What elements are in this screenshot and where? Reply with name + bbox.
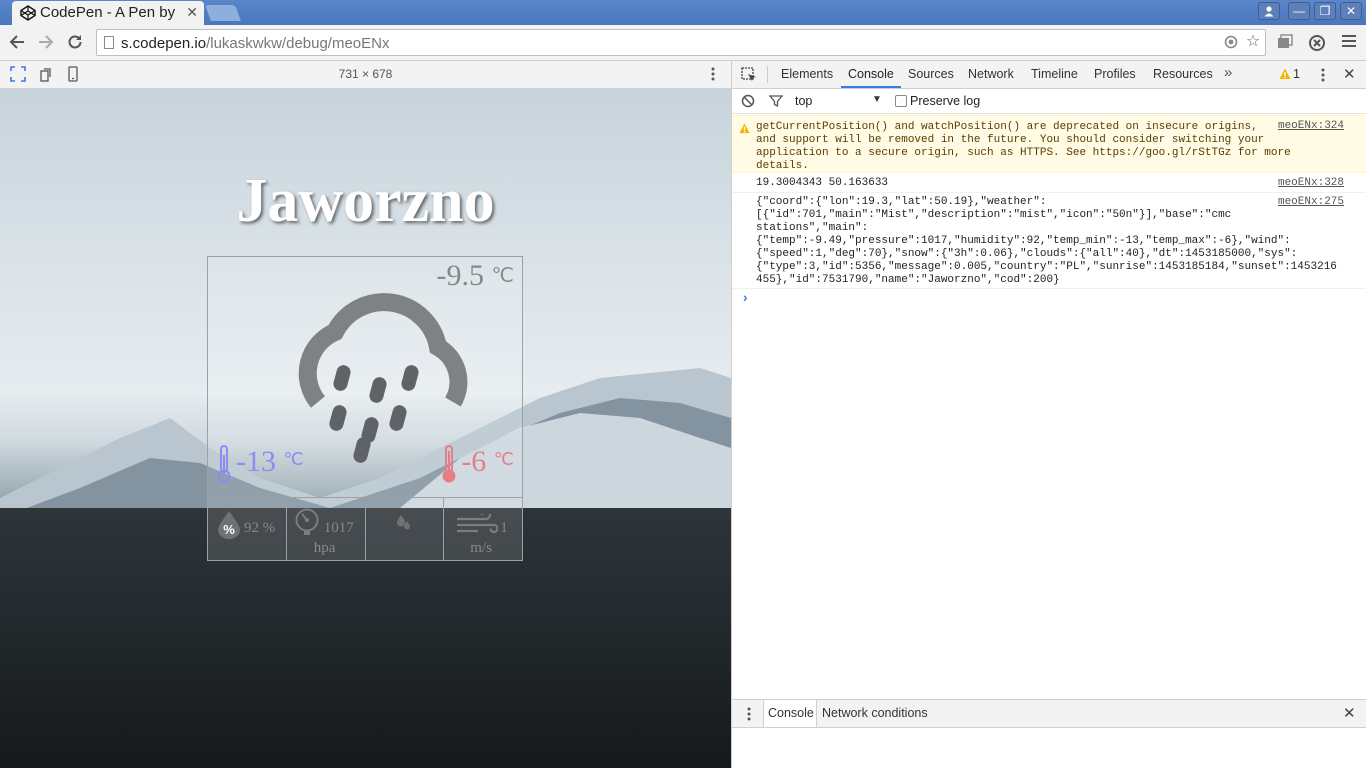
drawer-tabbar: Console Network conditions ✕ xyxy=(732,700,1366,728)
humidity-stat: % 92 % xyxy=(208,498,287,561)
inspect-element-icon[interactable] xyxy=(741,67,757,83)
chrome-menu-icon[interactable] xyxy=(1339,33,1359,53)
url-text: s.codepen.io/lukaskwkw/debug/meoENx xyxy=(121,35,390,52)
more-tabs-icon[interactable]: » xyxy=(1224,64,1232,81)
browser-tab[interactable]: CodePen - A Pen by ✕ xyxy=(12,1,204,25)
humidity-icon: % xyxy=(218,511,240,539)
clear-console-icon[interactable] xyxy=(741,94,755,108)
page-icon xyxy=(104,36,114,49)
console-message-text: getCurrentPosition() and watchPosition()… xyxy=(756,121,1291,172)
console-source-link[interactable]: meoENx:275 xyxy=(1278,196,1344,209)
address-bar[interactable]: s.codepen.io/lukaskwkw/debug/meoENx ☆ xyxy=(96,29,1266,56)
close-devtools-icon[interactable]: ✕ xyxy=(1343,65,1356,83)
precipitation-stat xyxy=(366,498,445,561)
bookmark-star-icon[interactable]: ☆ xyxy=(1243,32,1263,52)
warning-count[interactable]: 1 xyxy=(1293,67,1300,81)
tab-timeline[interactable]: Timeline xyxy=(1031,67,1078,81)
reload-button[interactable] xyxy=(65,33,85,53)
tab-elements[interactable]: Elements xyxy=(781,67,833,81)
barometer-icon xyxy=(295,508,319,535)
tab-resources[interactable]: Resources xyxy=(1153,67,1213,81)
console-message-text: 19.3004343 50.163633 xyxy=(756,177,889,189)
sync-extension-icon[interactable] xyxy=(1307,33,1327,53)
preserve-log-checkbox[interactable] xyxy=(895,95,907,107)
city-name: Jaworzno xyxy=(236,167,495,235)
codepen-icon xyxy=(20,5,36,21)
weather-stats: % 92 % 1017 hpa 1 m/s xyxy=(208,497,522,561)
thermometer-cold-icon xyxy=(217,445,231,483)
console-source-link[interactable]: meoENx:324 xyxy=(1278,120,1344,133)
location-icon[interactable] xyxy=(1221,33,1241,53)
max-temperature: -6 ℃ xyxy=(441,445,514,483)
drawer-tab-network-conditions[interactable]: Network conditions xyxy=(822,706,928,720)
browser-toolbar: s.codepen.io/lukaskwkw/debug/meoENx ☆ xyxy=(0,25,1366,61)
forward-button[interactable] xyxy=(36,33,56,53)
context-dropdown-icon[interactable]: ▼ xyxy=(872,94,882,105)
viewport-dimensions: 731 × 678 xyxy=(338,67,393,81)
warning-icon[interactable] xyxy=(1279,68,1291,80)
profile-icon[interactable] xyxy=(1258,2,1280,20)
prompt-chevron-icon: › xyxy=(741,291,750,307)
tab-close-icon[interactable]: ✕ xyxy=(186,4,198,21)
devtools-tabbar: Elements Console Sources Network Timelin… xyxy=(732,61,1366,89)
tab-profiles[interactable]: Profiles xyxy=(1094,67,1136,81)
weather-card: -9.5 ℃ -13 ℃ -6 ℃ % 92 % 1017 hpa 1 m/s xyxy=(207,256,523,561)
extension-icon[interactable] xyxy=(1275,33,1295,53)
page-viewport: Jaworzno -9.5 ℃ -13 ℃ -6 ℃ % 92 % 1017 h… xyxy=(0,88,731,768)
more-options-icon[interactable] xyxy=(705,66,721,82)
rain-drops-icon xyxy=(396,515,410,530)
devtools-panel: Elements Console Sources Network Timelin… xyxy=(731,61,1366,768)
drawer-tab-console[interactable]: Console xyxy=(768,706,814,720)
close-drawer-icon[interactable]: ✕ xyxy=(1343,704,1356,722)
preserve-log-label: Preserve log xyxy=(910,94,981,108)
tab-divider xyxy=(767,66,768,83)
warning-icon xyxy=(739,123,750,134)
filter-icon[interactable] xyxy=(769,94,783,108)
console-message-log: {"coord":{"lon":19.3,"lat":50.19},"weath… xyxy=(732,193,1366,289)
snow-cloud-icon xyxy=(298,293,468,463)
tab-title: CodePen - A Pen by xyxy=(40,4,176,21)
console-message-warning: getCurrentPosition() and watchPosition()… xyxy=(732,115,1366,173)
console-drawer: Console Network conditions ✕ xyxy=(732,699,1366,769)
svg-text:%: % xyxy=(223,522,235,537)
close-window-button[interactable]: ✕ xyxy=(1340,2,1362,20)
back-button[interactable] xyxy=(7,33,27,53)
pressure-stat: 1017 hpa xyxy=(287,498,366,561)
console-source-link[interactable]: meoENx:328 xyxy=(1278,177,1344,190)
tab-network[interactable]: Network xyxy=(968,67,1014,81)
new-tab-button[interactable] xyxy=(205,5,241,21)
device-toolbar: 731 × 678 xyxy=(0,61,731,89)
console-message-log: 19.3004343 50.163633 meoENx:328 xyxy=(732,173,1366,193)
restore-button[interactable]: ❐ xyxy=(1314,2,1336,20)
window-titlebar: CodePen - A Pen by ✕ — ❐ ✕ xyxy=(0,0,1366,25)
tab-sources[interactable]: Sources xyxy=(908,67,954,81)
devtools-menu-icon[interactable] xyxy=(1316,67,1330,83)
thermometer-hot-icon xyxy=(442,445,456,483)
console-message-text: {"coord":{"lon":19.3,"lat":50.19},"weath… xyxy=(756,196,1337,286)
min-temperature: -13 ℃ xyxy=(216,445,304,483)
tab-console[interactable]: Console xyxy=(848,67,894,81)
wind-icon xyxy=(457,514,499,534)
minimize-button[interactable]: — xyxy=(1288,2,1310,20)
active-tab-indicator xyxy=(841,86,901,88)
drawer-menu-icon[interactable] xyxy=(742,706,756,722)
context-selector[interactable]: top xyxy=(795,94,812,108)
console-prompt[interactable]: › xyxy=(732,290,1366,310)
wind-stat: 1 m/s xyxy=(444,498,522,561)
console-filter-bar: top ▼ Preserve log xyxy=(732,89,1366,114)
